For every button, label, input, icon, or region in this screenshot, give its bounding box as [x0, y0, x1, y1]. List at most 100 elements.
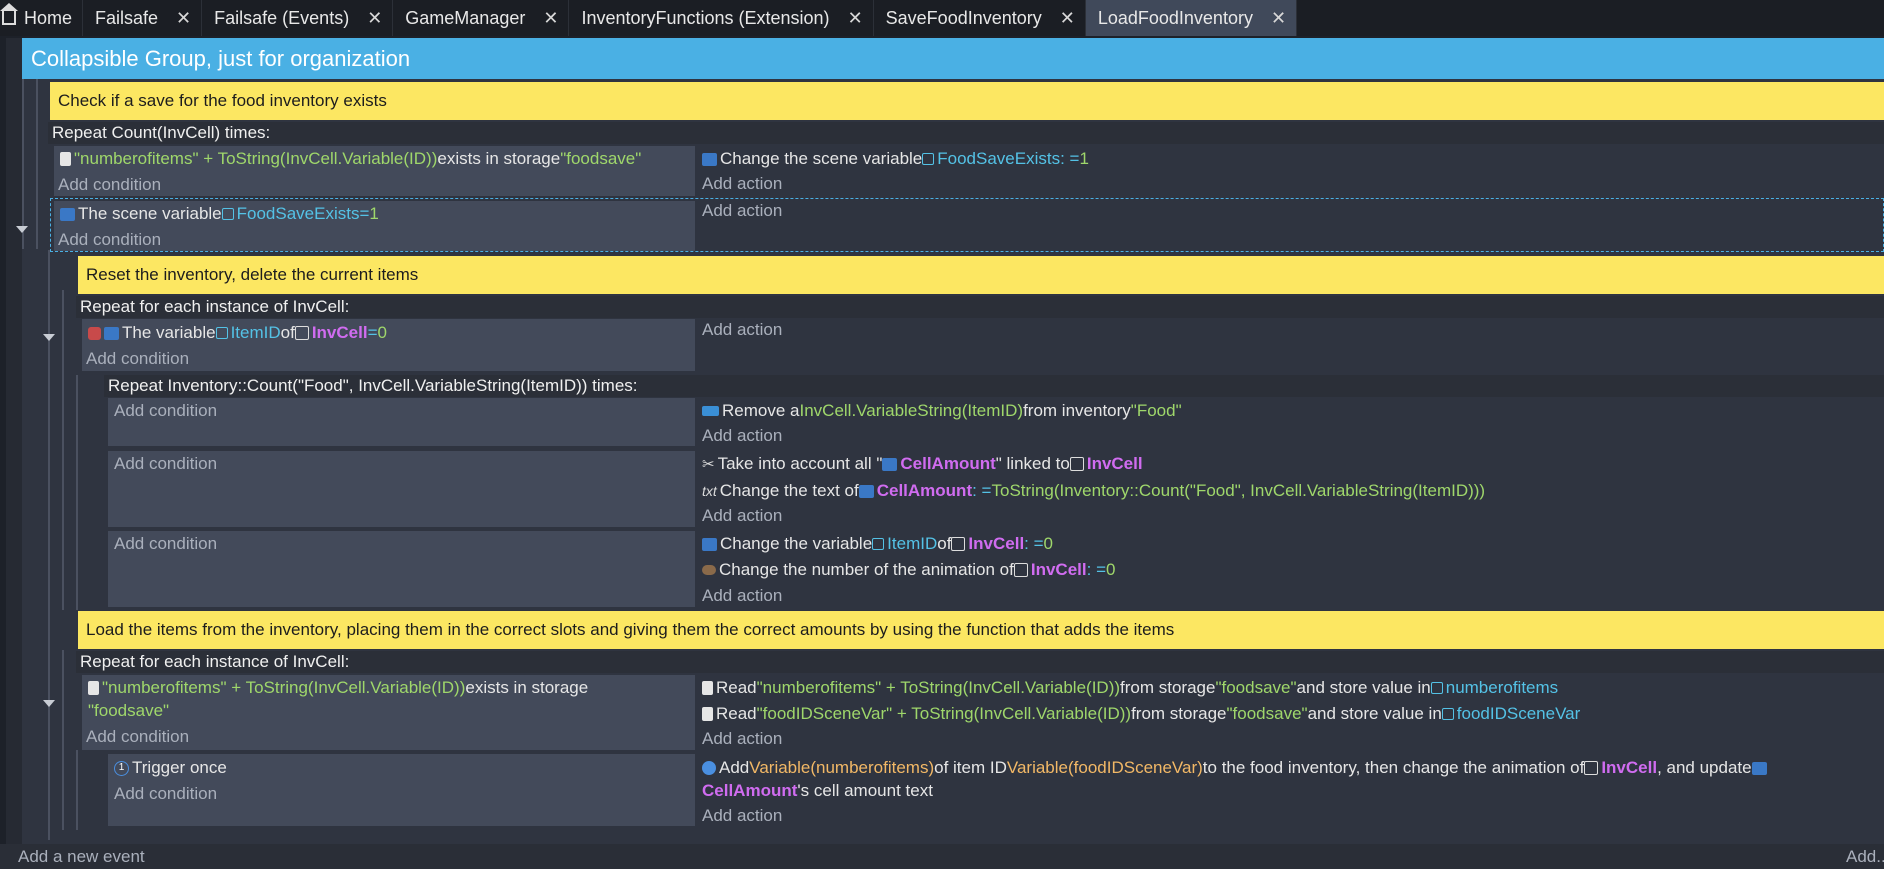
action-change-object-var[interactable]: Change the variable ItemID of InvCell : …	[702, 533, 1053, 555]
add-condition-link[interactable]: Add condition	[86, 349, 189, 369]
add-condition-link[interactable]: Add condition	[86, 727, 189, 747]
action-read-storage[interactable]: Read "numberofitems" + ToString(InvCell.…	[702, 677, 1558, 699]
variable-name: ItemID	[230, 323, 281, 342]
condition-text: Trigger once	[132, 758, 227, 777]
add-new-event-button[interactable]: Add a new event	[18, 846, 145, 868]
scene-variable-icon	[922, 153, 935, 165]
add-action-link[interactable]: Add action	[702, 729, 782, 749]
collapse-arrow-icon[interactable]	[43, 334, 55, 341]
condition-storage-exists[interactable]: "numberofitems" + ToString(InvCell.Varia…	[88, 677, 588, 699]
close-icon[interactable]: ✕	[1060, 8, 1075, 29]
comment-reset-inventory[interactable]: Reset the inventory, delete the current …	[78, 256, 1884, 294]
comment-check-save[interactable]: Check if a save for the food inventory e…	[50, 82, 1884, 120]
link-icon: ✂	[702, 456, 715, 473]
object-name: CellAmount	[702, 781, 798, 800]
action-change-scene-var[interactable]: Change the scene variable FoodSaveExists…	[702, 148, 1089, 170]
action-change-animation[interactable]: Change the number of the animation of In…	[702, 559, 1115, 581]
add-condition-link[interactable]: Add condition	[58, 175, 161, 195]
add-condition-link[interactable]: Add condition	[58, 230, 161, 250]
action-remove-item[interactable]: Remove a InvCell.VariableString(ItemID) …	[702, 400, 1182, 422]
variable-name: FoodSaveExists	[236, 204, 360, 223]
action-read-storage[interactable]: Read "foodIDSceneVar" + ToString(InvCell…	[702, 703, 1580, 725]
action-text: , and update	[1657, 758, 1752, 777]
add-action-link[interactable]: Add action	[702, 201, 782, 221]
storage-key: "numberofitems" + ToString(InvCell.Varia…	[74, 149, 438, 168]
condition-scene-var[interactable]: The scene variable FoodSaveExists = 1	[60, 203, 379, 225]
action-text: of item ID	[934, 758, 1007, 777]
tab-failsafe-events[interactable]: Failsafe (Events) ✕	[202, 0, 394, 36]
action-text: " linked to	[995, 454, 1070, 473]
operator: : =	[1060, 149, 1080, 168]
action-text: 's cell amount text	[797, 781, 933, 800]
action-add-items[interactable]: Add Variable(numberofitems) of item ID V…	[702, 757, 1770, 779]
tab-failsafe[interactable]: Failsafe ✕	[83, 0, 203, 36]
action-link-objects[interactable]: ✂ Take into account all " CellAmount " l…	[702, 453, 1143, 475]
variable-icon	[702, 152, 717, 166]
tab-label: Failsafe	[95, 7, 159, 28]
condition-storage-exists[interactable]: "numberofitems" + ToString(InvCell.Varia…	[60, 148, 641, 170]
close-icon[interactable]: ✕	[367, 8, 382, 29]
variable-icon	[60, 207, 75, 221]
add-menu-button[interactable]: Add...	[1846, 846, 1884, 868]
add-action-link[interactable]: Add action	[702, 806, 782, 826]
inventory-name: "Food"	[1130, 401, 1182, 420]
add-condition-link[interactable]: Add condition	[114, 533, 217, 555]
comment-load-items[interactable]: Load the items from the inventory, placi…	[78, 611, 1884, 649]
tab-label: GameManager	[405, 7, 526, 28]
close-icon[interactable]: ✕	[1271, 8, 1286, 29]
footer-bar	[0, 844, 1884, 869]
action-text: Change the text of	[719, 481, 859, 500]
operator: : =	[1086, 560, 1106, 579]
tree-line	[22, 79, 24, 249]
tab-inventoryfunctions[interactable]: InventoryFunctions (Extension) ✕	[569, 0, 874, 36]
sprite-icon	[951, 537, 966, 551]
trigger-once-icon: 1	[114, 760, 129, 776]
add-action-link[interactable]: Add action	[702, 426, 782, 446]
group-header[interactable]: Collapsible Group, just for organization	[22, 38, 1884, 79]
action-change-text[interactable]: txt Change the text of CellAmount : = To…	[702, 480, 1485, 502]
close-icon[interactable]: ✕	[176, 8, 191, 29]
text-object-icon	[858, 484, 874, 498]
action-text: and store value in	[1307, 704, 1442, 723]
animation-icon	[702, 565, 716, 575]
object-variable-icon	[872, 538, 885, 550]
variable-name: foodIDSceneVar	[1456, 704, 1581, 723]
sprite-icon	[1584, 761, 1599, 775]
condition-object-var[interactable]: The variable ItemID of InvCell = 0	[88, 322, 387, 344]
tab-savefoodinventory[interactable]: SaveFoodInventory ✕	[874, 0, 1086, 36]
close-icon[interactable]: ✕	[848, 8, 863, 29]
repeat-header[interactable]: Repeat Inventory::Count("Food", InvCell.…	[104, 375, 1884, 397]
tree-line	[76, 375, 78, 610]
scene-variable-icon	[1441, 708, 1454, 720]
add-condition-link[interactable]: Add condition	[114, 400, 217, 422]
add-action-link[interactable]: Add action	[702, 320, 782, 340]
value: 1	[1079, 149, 1089, 168]
operator: : =	[1024, 534, 1044, 553]
object-variable-icon	[215, 327, 228, 339]
tree-line	[62, 650, 64, 830]
add-condition-link[interactable]: Add condition	[114, 453, 217, 475]
tab-gamemanager[interactable]: GameManager ✕	[393, 0, 570, 36]
repeat-header[interactable]: Repeat Count(InvCell) times:	[48, 122, 1884, 144]
object-variable-icon	[88, 326, 101, 340]
operator: : =	[972, 481, 992, 500]
add-action-link[interactable]: Add action	[702, 506, 782, 526]
collapse-arrow-icon[interactable]	[43, 700, 55, 707]
tab-home[interactable]: Home	[0, 0, 84, 36]
action-add-items-cont[interactable]: CellAmount 's cell amount text	[702, 780, 933, 802]
add-action-link[interactable]: Add action	[702, 174, 782, 194]
variable-icon	[104, 326, 119, 340]
tree-line	[36, 79, 38, 249]
add-condition-link[interactable]: Add condition	[114, 784, 217, 804]
tab-loadfoodinventory[interactable]: LoadFoodInventory ✕	[1085, 0, 1298, 36]
tab-label: Failsafe (Events)	[214, 7, 350, 28]
close-icon[interactable]: ✕	[543, 8, 558, 29]
add-action-link[interactable]: Add action	[702, 586, 782, 606]
tab-label: LoadFoodInventory	[1097, 7, 1253, 28]
condition-trigger-once[interactable]: 1 Trigger once	[114, 757, 227, 779]
repeat-header[interactable]: Repeat for each instance of InvCell:	[76, 296, 1884, 318]
storage-name: "foodsave"	[1226, 704, 1308, 723]
collapse-arrow-icon[interactable]	[16, 226, 28, 233]
home-icon	[0, 3, 18, 25]
repeat-header[interactable]: Repeat for each instance of InvCell:	[76, 651, 1884, 673]
